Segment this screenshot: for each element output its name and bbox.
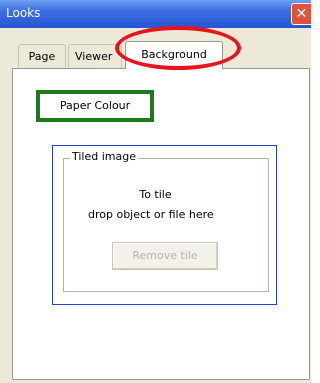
tab-viewer[interactable]: Viewer bbox=[68, 44, 122, 69]
paper-colour-button[interactable]: Paper Colour bbox=[36, 90, 154, 122]
drop-instruction-line2: drop object or file here bbox=[88, 208, 214, 221]
drop-instruction-line1: To tile bbox=[139, 188, 172, 201]
title-bar[interactable]: Looks ✕ bbox=[0, 0, 311, 28]
tab-highlight-ellipse bbox=[115, 26, 241, 70]
remove-tile-button[interactable]: Remove tile bbox=[112, 242, 218, 270]
tiled-image-group[interactable] bbox=[63, 158, 269, 292]
tiled-image-legend: Tiled image bbox=[70, 150, 139, 163]
looks-window: Looks ✕ Page Viewer Background Paper Col… bbox=[0, 0, 311, 383]
tab-page[interactable]: Page bbox=[18, 44, 66, 69]
close-icon[interactable]: ✕ bbox=[291, 3, 311, 25]
window-title: Looks bbox=[6, 6, 41, 20]
